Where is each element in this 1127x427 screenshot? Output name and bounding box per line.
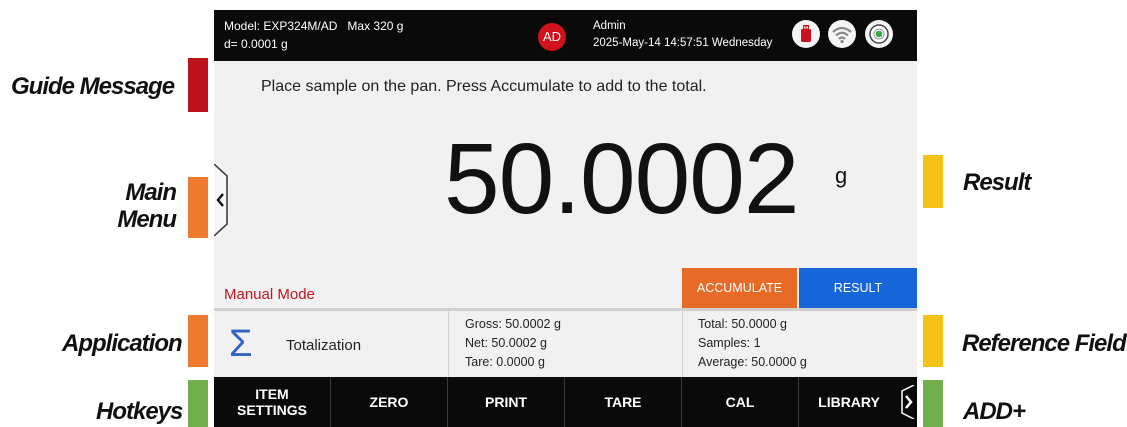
add-plus-tab[interactable] [900,384,915,420]
application-selector[interactable]: Σ Totalization [214,311,448,377]
usb-icon[interactable] [792,20,820,48]
callout-bar-main-menu [188,177,208,238]
user-name: Admin [593,20,626,32]
callout-guide-message: Guide Message [11,73,175,100]
chevron-right-icon [905,395,913,409]
hotkey-label: ZERO [369,394,409,410]
balance-screen: Model: EXP324M/AD Max 320 g d= 0.0001 g … [214,10,917,427]
total-value: Total: 50.0000 g [698,317,787,331]
weight-result: 50.0002 [444,123,799,235]
readability: d= 0.0001 g [224,37,288,51]
hotkey-item-settings[interactable]: ITEM SETTINGS [214,377,331,427]
callout-bar-application [188,315,208,367]
net-value: Net: 50.0002 g [465,336,548,350]
callout-bar-hotkeys [188,380,208,427]
result-button[interactable]: RESULT [799,268,917,308]
accumulate-button[interactable]: ACCUMULATE [682,268,797,308]
callout-bar-add-plus [923,380,943,427]
average-value: Average: 50.0000 g [698,355,807,369]
tare-value: Tare: 0.0000 g [465,355,545,369]
gross-value: Gross: 50.0002 g [465,317,561,331]
guide-message: Place sample on the pan. Press Accumulat… [261,78,707,95]
application-row: Σ Totalization Gross: 50.0002 g Net: 50.… [214,311,917,377]
callout-reference-field: Reference Field [962,330,1127,357]
hotkey-tare[interactable]: TARE [565,377,682,427]
status-bar: Model: EXP324M/AD Max 320 g d= 0.0001 g … [214,10,917,61]
user-avatar[interactable]: AD [538,23,566,51]
hotkey-label: TARE [604,394,642,410]
model-name: Model: EXP324M/AD [224,19,338,33]
callout-result: Result [963,169,1031,196]
hotkey-label: LIBRARY [818,394,880,410]
callout-application: Application [62,330,183,357]
callout-bar-guide-message [188,58,208,112]
callout-hotkeys: Hotkeys [96,398,183,425]
user-info: Admin 2025-May-14 14:57:51 Wednesday [593,18,772,52]
hotkey-cal[interactable]: CAL [682,377,799,427]
hotkey-print[interactable]: PRINT [448,377,565,427]
callout-add-plus: ADD+ [963,398,1026,425]
callout-bar-reference-field [923,315,943,367]
hotkey-zero[interactable]: ZERO [331,377,448,427]
callout-bar-result [923,155,943,208]
samples-value: Samples: 1 [698,336,761,350]
callout-main-menu: Main Menu [117,179,177,233]
application-name: Totalization [286,337,362,354]
max-capacity: Max 320 g [347,19,404,33]
mode-label: Manual Mode [224,286,315,303]
hotkey-label: PRINT [485,394,527,410]
divider [448,311,449,377]
level-icon[interactable] [865,20,893,48]
hotkey-label: CAL [725,394,755,410]
hotkey-library[interactable]: LIBRARY [799,377,899,427]
reference-field-weights: Gross: 50.0002 g Net: 50.0002 g Tare: 0.… [465,315,561,372]
sigma-icon: Σ [229,323,253,365]
datetime: 2025-May-14 14:57:51 Wednesday [593,37,773,49]
divider [682,311,683,377]
hotkey-bar: ITEM SETTINGS ZERO PRINT TARE CAL LIBRAR… [214,377,917,427]
reference-field-totals: Total: 50.0000 g Samples: 1 Average: 50.… [698,315,807,372]
main-menu-tab[interactable] [214,163,233,237]
wifi-icon[interactable] [828,20,856,48]
model-info: Model: EXP324M/AD Max 320 g d= 0.0001 g [224,17,403,53]
weight-unit: g [835,163,848,188]
hotkey-label: ITEM SETTINGS [236,386,307,418]
